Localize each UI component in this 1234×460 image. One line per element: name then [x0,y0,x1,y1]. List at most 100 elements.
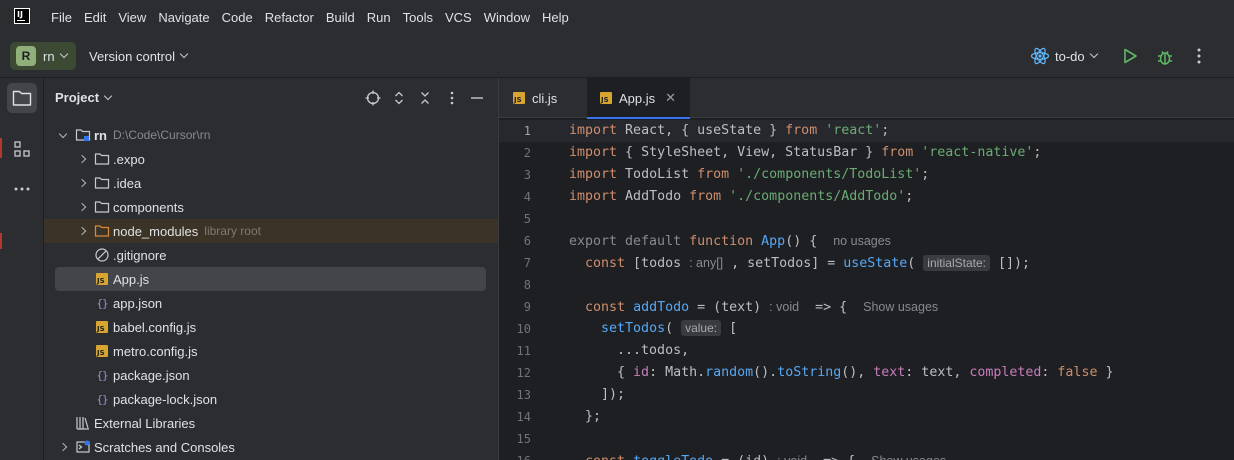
menu-help[interactable]: Help [542,10,569,25]
folder-icon [94,153,110,165]
code-line-2: import { StyleSheet, View, StatusBar } f… [569,145,1042,160]
menu-code[interactable]: Code [222,10,253,25]
locate-icon[interactable] [365,90,381,106]
debug-icon[interactable] [1155,47,1175,67]
collapse-all-icon[interactable] [417,90,433,106]
tab-app-js[interactable]: JS App.js ✕ [587,78,690,119]
more-options-icon[interactable] [1191,47,1207,65]
js-file-icon: JS [513,92,525,104]
line-number: 8 [523,278,531,292]
tree-item-app-js[interactable]: JS App.js [94,267,149,291]
tree-item-node-modules[interactable]: node_modules library root [75,219,261,243]
code-line-16: const toggleTodo = (id) : void => { Show… [569,450,946,460]
line-number: 16 [491,450,531,460]
code-line-12: { id: Math.random().toString(), text: te… [569,365,1114,380]
expand-all-icon[interactable] [391,90,407,106]
tree-item-label: External Libraries [94,415,196,431]
param-hint: value: [681,320,722,336]
js-file-icon: JS [94,343,110,359]
code-editor: JS cli.js JS App.js ✕ 1 2 3 4 5 6 7 8 9 … [498,78,1234,460]
run-config-selector[interactable]: to-do [1030,42,1098,70]
tree-item-expo[interactable]: .expo [75,147,145,171]
menu-refactor[interactable]: Refactor [265,10,314,25]
tree-item-label: metro.config.js [113,343,198,359]
show-usages-hint[interactable]: Show usages [871,454,946,460]
line-number: 13 [516,388,531,402]
no-usages-hint[interactable]: no usages [833,234,891,248]
tree-item-app-json[interactable]: {} app.json [94,291,162,315]
version-control-label: Version control [89,48,175,64]
folder-icon [12,90,32,106]
code-line-4: import AddTodo from './components/AddTod… [569,189,914,204]
tree-item-label: .idea [113,175,142,191]
folder-icon [94,177,110,189]
menu-edit[interactable]: Edit [84,10,106,25]
menu-file[interactable]: File [51,10,72,25]
menu-tools[interactable]: Tools [403,10,433,25]
tree-item-label: App.js [113,271,150,287]
tree-item-babel-config[interactable]: JS babel.config.js [94,315,196,339]
tab-cli-js[interactable]: JS cli.js [499,78,586,118]
expand-arrow[interactable] [75,176,89,190]
code-line-1: import React, { useState } from 'react'; [569,123,890,138]
code-line-14: }; [569,409,602,424]
options-icon[interactable] [444,90,460,106]
editor-tabs: JS cli.js JS App.js ✕ [499,78,1234,119]
line-number: 14 [516,410,531,424]
menu-build[interactable]: Build [326,10,355,25]
expand-arrow[interactable] [75,200,89,214]
expand-arrow[interactable] [75,152,89,166]
hide-panel-icon[interactable] [469,90,485,106]
tree-item-gitignore[interactable]: .gitignore [94,243,166,267]
return-type-hint: : void [777,454,807,460]
version-control-widget[interactable]: Version control [89,42,189,70]
tree-item-label: components [113,199,184,215]
code-line-6: export default function App() { no usage… [569,234,891,249]
tree-item-label: package.json [113,367,190,383]
project-panel: Project rn D:\Code\Cursor\rn .expo .idea… [44,78,498,460]
expand-arrow[interactable] [56,128,70,142]
stripe-edge-marker [0,233,2,249]
js-file-icon: JS [94,271,110,287]
folder-icon [94,201,110,213]
tree-item-external-libraries[interactable]: External Libraries [75,411,195,435]
show-usages-hint[interactable]: Show usages [863,300,938,314]
tree-item-package-lock[interactable]: {} package-lock.json [94,387,217,411]
line-number: 5 [523,212,531,226]
code-line-9: const addTodo = (text) : void => { Show … [585,300,939,315]
menu-vcs[interactable]: VCS [445,10,472,25]
intellij-logo-icon[interactable]: IJ [14,8,30,24]
run-icon[interactable] [1121,47,1139,65]
excluded-folder-icon [94,225,110,237]
project-tool-button[interactable] [7,83,37,113]
tree-item-rn[interactable]: rn D:\Code\Cursor\rn [56,123,210,147]
tree-item-package-json[interactable]: {} package.json [94,363,190,387]
tree-item-label: .gitignore [113,247,167,263]
tree-item-scratches[interactable]: Scratches and Consoles [56,435,235,459]
menu-run[interactable]: Run [367,10,391,25]
structure-tool-button[interactable] [7,134,37,164]
tree-item-label: node_modules [113,223,199,239]
main-menu: File Edit View Navigate Code Refactor Bu… [51,0,581,34]
tree-item-label: .expo [113,151,145,167]
close-icon[interactable]: ✕ [665,90,676,106]
return-type-hint: : void [769,300,800,314]
project-view-selector[interactable]: Project [55,90,113,105]
menu-window[interactable]: Window [484,10,530,25]
expand-arrow[interactable] [75,224,89,238]
project-switcher[interactable]: R rn [10,42,76,70]
tree-item-components[interactable]: components [75,195,184,219]
tree-item-metro-config[interactable]: JS metro.config.js [94,339,198,363]
structure-icon [14,141,30,157]
code-line-7: const [todos : any[] , setTodos] = useSt… [585,255,1031,271]
tree-item-idea[interactable]: .idea [75,171,141,195]
menu-view[interactable]: View [118,10,146,25]
module-folder-icon [75,129,91,141]
tree-item-label: babel.config.js [113,319,197,335]
tree-item-label: rn [94,127,107,143]
menu-navigate[interactable]: Navigate [158,10,209,25]
more-tools-button[interactable] [7,174,37,204]
expand-arrow[interactable] [56,440,70,454]
param-hint: initialState: [923,255,990,271]
line-number: 6 [523,234,531,248]
